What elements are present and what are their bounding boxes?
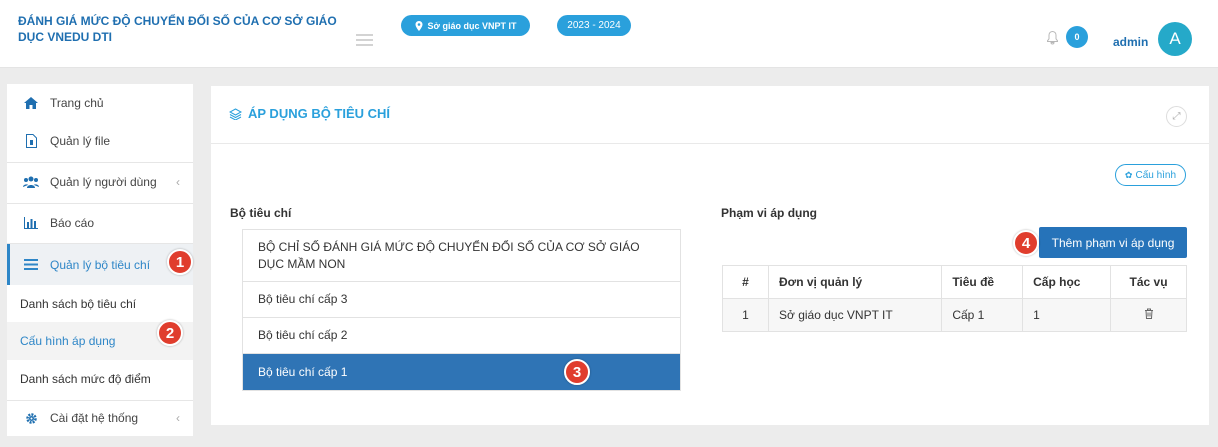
- divider: [7, 203, 193, 204]
- sidebar-item-label: Quản lý người dùng: [50, 175, 157, 189]
- table-cell: Cấp 1: [941, 298, 1024, 332]
- menu-toggle-icon[interactable]: [356, 34, 373, 46]
- page-title: ÁP DỤNG BỘ TIÊU CHÍ: [229, 106, 390, 121]
- step-marker-1: 1: [167, 249, 193, 275]
- step-marker-2: 2: [157, 320, 183, 346]
- sidebar-item-reports[interactable]: Báo cáo: [7, 208, 193, 238]
- sidebar-item-users[interactable]: Quản lý người dùng ‹: [7, 167, 193, 197]
- criteria-item[interactable]: Bộ tiêu chí cấp 3: [243, 282, 680, 318]
- avatar[interactable]: A: [1158, 22, 1192, 56]
- action-cell: [1110, 298, 1187, 332]
- sidebar-item-label: Cấu hình áp dụng: [20, 334, 116, 348]
- file-icon: [23, 134, 39, 148]
- divider: [7, 162, 193, 163]
- sidebar-item-label: Danh sách bộ tiêu chí: [20, 297, 137, 311]
- column-header: Tác vụ: [1110, 265, 1187, 299]
- expand-icon[interactable]: ⤢: [1166, 106, 1187, 127]
- sidebar-subitem-criteria-list[interactable]: Danh sách bộ tiêu chí: [7, 286, 193, 322]
- criteria-item[interactable]: BỘ CHỈ SỐ ĐÁNH GIÁ MỨC ĐỘ CHUYỂN ĐỔI SỐ …: [243, 230, 680, 282]
- page-title-text: ÁP DỤNG BỘ TIÊU CHÍ: [248, 106, 391, 121]
- list-icon: [23, 258, 39, 272]
- sidebar-item-home[interactable]: Trang chủ: [7, 88, 193, 118]
- unit-badge[interactable]: Sở giáo dục VNPT IT: [401, 15, 530, 36]
- sidebar-item-settings[interactable]: Cài đặt hệ thống ‹: [7, 402, 193, 434]
- home-icon: [23, 96, 39, 110]
- scope-section-label: Phạm vi áp dụng: [721, 206, 818, 220]
- main-panel: ÁP DỤNG BỘ TIÊU CHÍ ⤢ ✿ Cấu hình Bộ tiêu…: [211, 86, 1209, 425]
- bell-icon[interactable]: [1046, 30, 1059, 45]
- chevron-left-icon: ‹: [176, 411, 180, 425]
- table-cell: 1: [1022, 298, 1112, 332]
- sidebar-item-label: Trang chủ: [50, 96, 104, 110]
- sidebar-item-label: Cài đặt hệ thống: [50, 411, 139, 425]
- top-bar: ĐÁNH GIÁ MỨC ĐỘ CHUYỂN ĐỔI SỐ CỦA CƠ SỞ …: [0, 0, 1218, 68]
- location-pin-icon: [415, 20, 423, 31]
- bar-chart-icon: [23, 216, 39, 230]
- config-button-label: Cấu hình: [1135, 169, 1177, 181]
- sidebar-item-files[interactable]: Quản lý file: [7, 126, 193, 156]
- config-button[interactable]: ✿ Cấu hình: [1115, 164, 1186, 186]
- table-row: 1 Sở giáo dục VNPT IT Cấp 1 1: [722, 298, 1187, 332]
- criteria-section-label: Bộ tiêu chí: [230, 206, 292, 220]
- criteria-item-selected[interactable]: Bộ tiêu chí cấp 1: [243, 354, 680, 390]
- gear-icon: ✿: [1124, 169, 1133, 180]
- column-header: #: [722, 265, 769, 299]
- step-marker-4: 4: [1013, 230, 1039, 256]
- sidebar-subitem-score-levels[interactable]: Danh sách mức độ điểm: [7, 360, 193, 398]
- unit-name: Sở giáo dục VNPT IT: [427, 20, 517, 31]
- sidebar-item-label: Báo cáo: [50, 216, 95, 230]
- table-cell: Sở giáo dục VNPT IT: [767, 298, 943, 332]
- panel-header: ÁP DỤNG BỘ TIÊU CHÍ ⤢: [211, 86, 1209, 144]
- step-marker-3: 3: [564, 359, 590, 385]
- criteria-item[interactable]: Bộ tiêu chí cấp 2: [243, 318, 680, 354]
- users-icon: [23, 175, 39, 189]
- criteria-list: BỘ CHỈ SỐ ĐÁNH GIÁ MỨC ĐỘ CHUYỂN ĐỔI SỐ …: [242, 229, 681, 391]
- sidebar-item-criteria[interactable]: Quản lý bộ tiêu chí: [7, 244, 193, 285]
- column-header: Đơn vị quản lý: [767, 265, 943, 299]
- column-header: Tiêu đề: [941, 265, 1024, 299]
- app-title[interactable]: ĐÁNH GIÁ MỨC ĐỘ CHUYỂN ĐỔI SỐ CỦA CƠ SỞ …: [18, 13, 358, 45]
- divider: [7, 400, 193, 401]
- layers-icon: [229, 107, 242, 120]
- scope-table: # Đơn vị quản lý Tiêu đề Cấp học Tác vụ …: [722, 265, 1187, 332]
- sidebar-item-label: Quản lý bộ tiêu chí: [50, 257, 151, 272]
- table-cell: 1: [722, 298, 769, 332]
- table-header-row: # Đơn vị quản lý Tiêu đề Cấp học Tác vụ: [722, 265, 1187, 299]
- add-scope-button[interactable]: Thêm phạm vi áp dụng: [1039, 227, 1187, 258]
- sidebar-item-label: Quản lý file: [50, 134, 111, 148]
- chevron-left-icon: ‹: [176, 175, 180, 189]
- sidebar: Trang chủ Quản lý file Quản lý người dùn…: [7, 84, 193, 436]
- trash-icon[interactable]: [1144, 308, 1154, 319]
- sidebar-item-label: Danh sách mức độ điểm: [20, 372, 151, 386]
- column-header: Cấp học: [1022, 265, 1112, 299]
- gear-icon: [23, 411, 39, 425]
- notification-count[interactable]: 0: [1066, 26, 1088, 48]
- user-name[interactable]: admin: [1113, 35, 1148, 49]
- school-year-badge[interactable]: 2023 - 2024: [557, 15, 631, 36]
